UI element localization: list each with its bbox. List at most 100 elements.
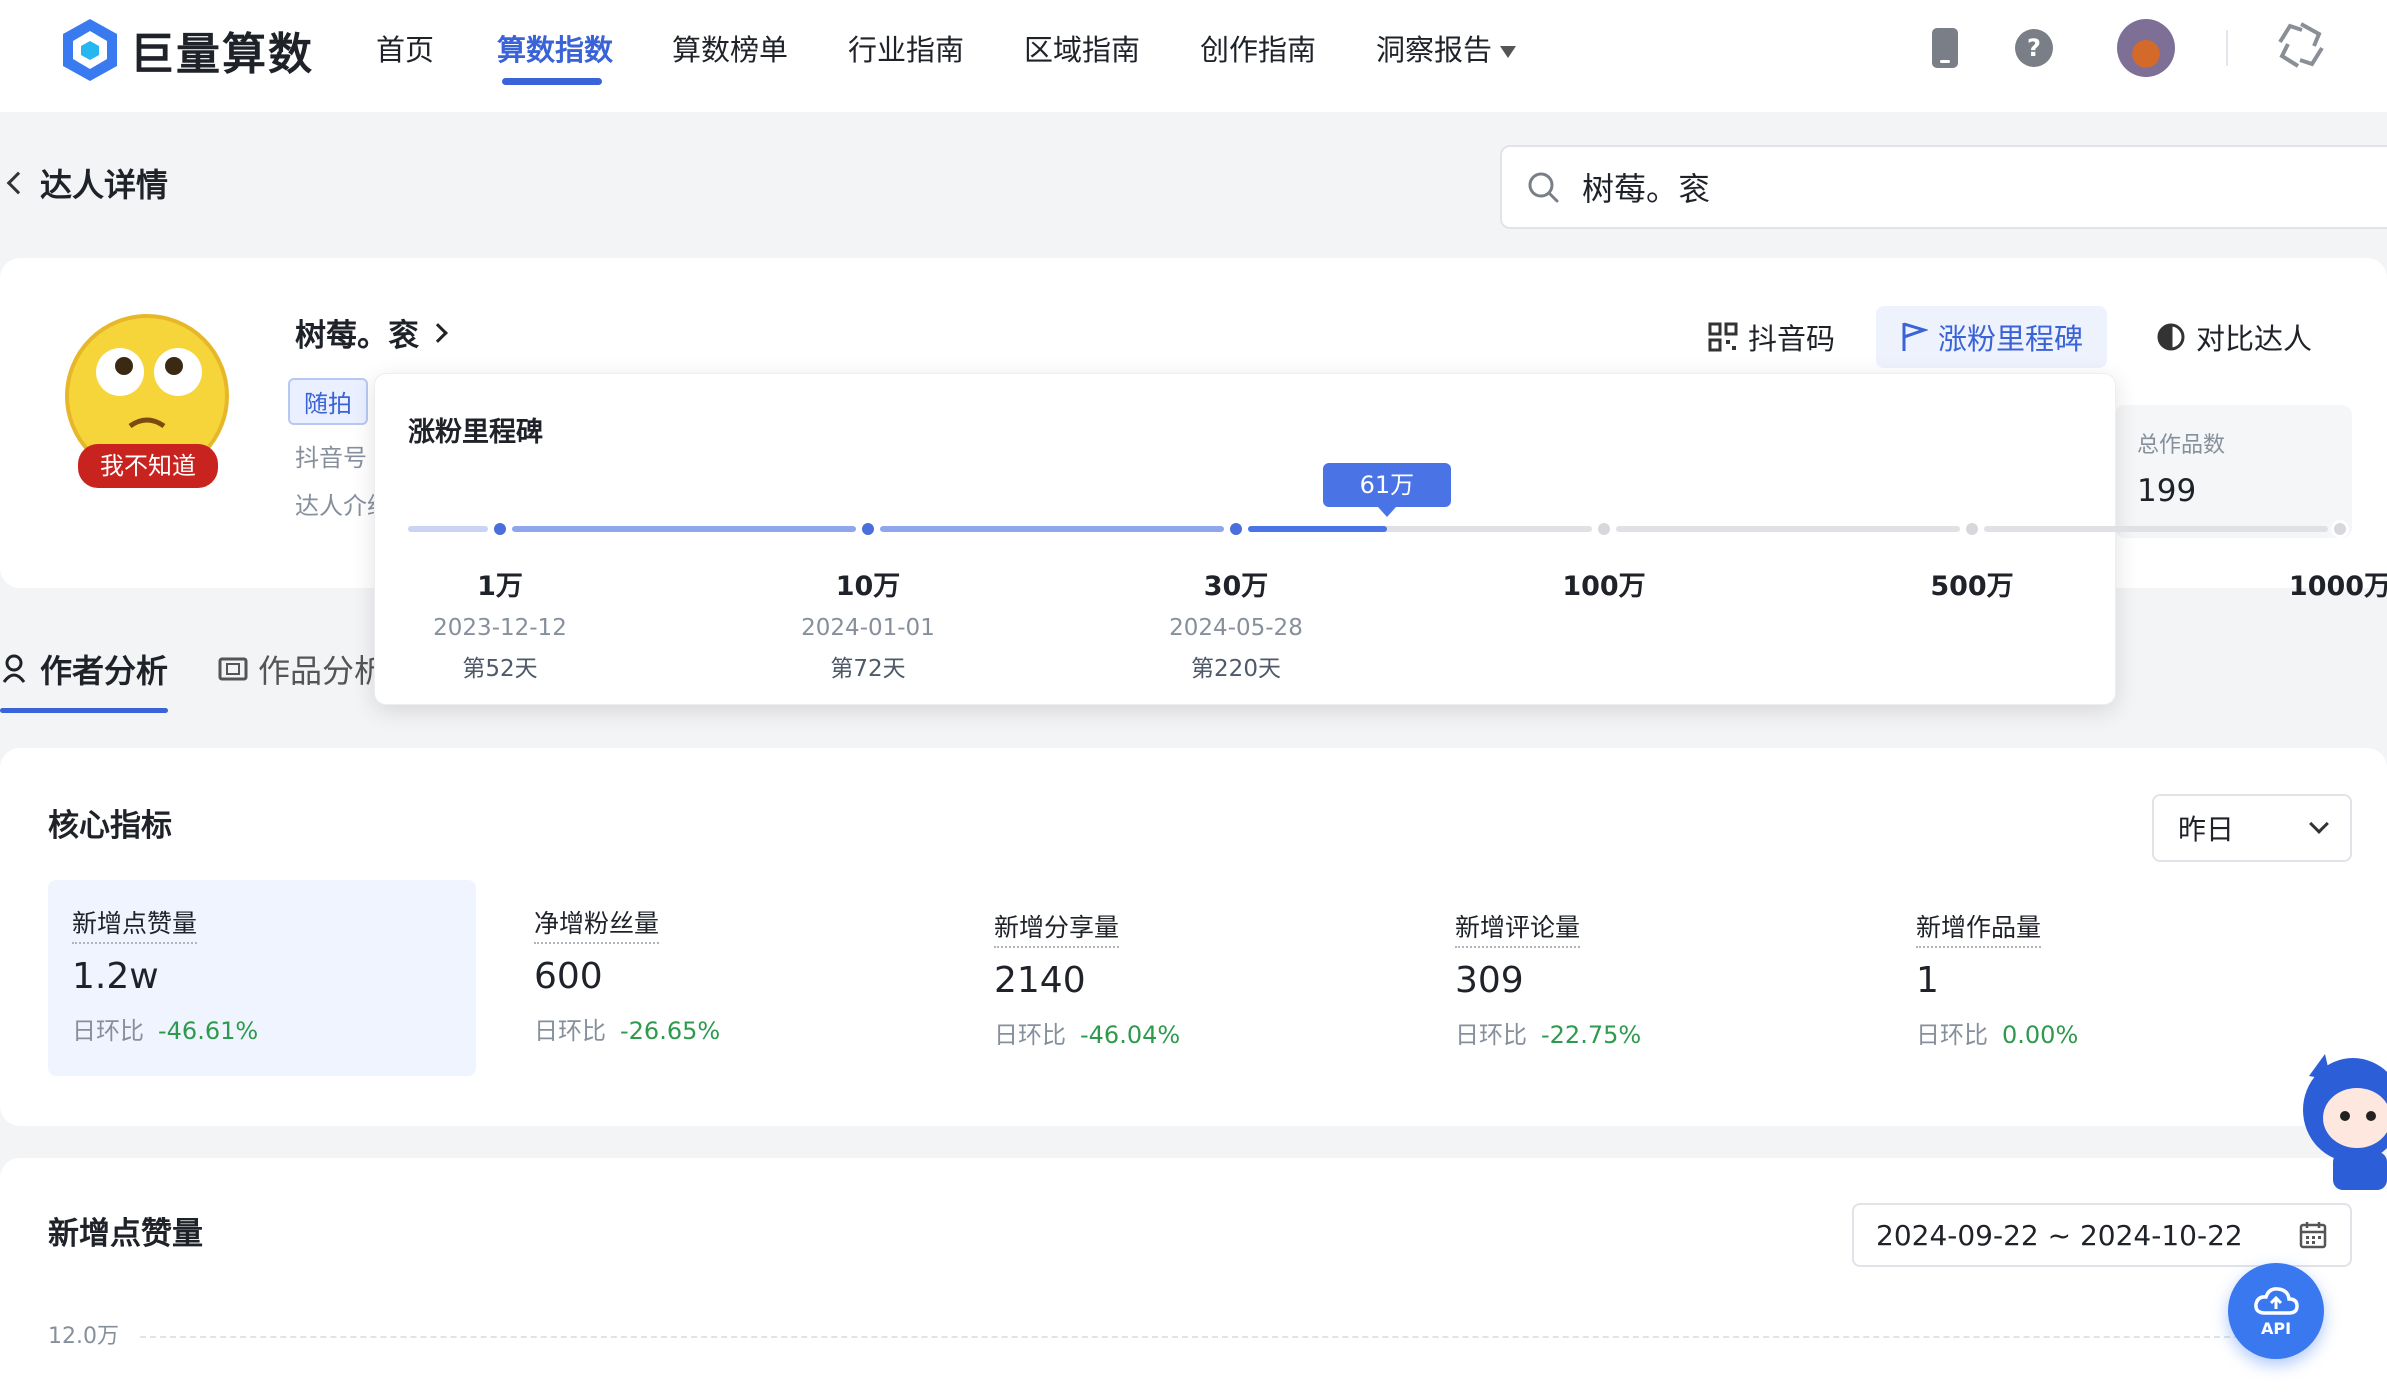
qrcode-icon <box>1708 322 1738 352</box>
search-input[interactable]: 树莓。衮 <box>1500 145 2387 229</box>
chart-gridline <box>140 1336 2240 1338</box>
milestone-value: 100万 <box>1562 571 1646 602</box>
milestone-value: 1000万 <box>2288 571 2387 602</box>
y-axis-tick: 12.0万 <box>48 1324 119 1349</box>
profile-avatar[interactable]: 我不知道 <box>60 314 235 489</box>
current-followers-tooltip: 61万 <box>1322 463 1451 517</box>
shutter-icon[interactable] <box>2276 20 2326 70</box>
compare-icon <box>2157 323 2185 351</box>
mobile-icon[interactable] <box>1930 26 1960 70</box>
brand-name: 巨量算数 <box>130 29 314 80</box>
milestone-dot <box>1963 520 1981 538</box>
caret-down-icon <box>1500 46 1517 58</box>
milestone-item: 1万 2023-12-12 第52天 <box>400 564 600 683</box>
milestone-popover: 涨粉里程碑 61万 1万 2023-12-12 第52天 10万 2024-01-01 第… <box>374 373 2387 705</box>
total-works-value: 199 <box>2137 473 2197 509</box>
metric-change: -46.61% <box>158 1017 259 1045</box>
metric-compare: 日环比 -46.61% <box>72 1011 452 1046</box>
tab-author-analysis-label: 作者分析 <box>40 652 169 690</box>
metric-value: 1 <box>1916 960 1939 1001</box>
api-button[interactable]: API <box>2228 1263 2324 1359</box>
metric-label: 净增粉丝量 <box>534 904 660 944</box>
svg-text:?: ? <box>2027 34 2041 62</box>
nav-active-indicator <box>502 78 602 85</box>
nav-item-region[interactable]: 区域指南 <box>1024 28 1140 72</box>
cloud-icon <box>2254 1286 2299 1315</box>
nav-item-creation[interactable]: 创作指南 <box>1200 28 1316 72</box>
douyin-code-label: 抖音码 <box>1748 322 1836 356</box>
help-icon[interactable]: ? <box>2014 28 2054 68</box>
nav-item-reports[interactable]: 洞察报告 <box>1376 28 1517 72</box>
compare-label: 日环比 <box>1916 1021 1988 1049</box>
search-icon <box>1528 172 1559 203</box>
assistant-mascot[interactable] <box>2295 1040 2387 1190</box>
milestone-button[interactable]: 涨粉里程碑 <box>1876 306 2108 368</box>
nav-item-index[interactable]: 算数指数 <box>497 28 613 72</box>
user-icon <box>2 654 26 683</box>
track-segment-pending <box>1984 526 2328 532</box>
compare-label: 日环比 <box>1455 1021 1527 1049</box>
nav-item-rankings[interactable]: 算数榜单 <box>672 28 788 72</box>
milestone-dot <box>1227 520 1245 538</box>
compare-label: 日环比 <box>72 1017 144 1045</box>
metric-label: 新增评论量 <box>1455 908 1581 948</box>
period-select-value: 昨日 <box>2178 813 2235 846</box>
top-nav: 巨量算数 首页 算数指数 算数榜单 行业指南 区域指南 创作指南 洞察报告 ? <box>0 0 2387 112</box>
compare-button[interactable]: 对比达人 <box>2132 306 2336 368</box>
brand-logo[interactable]: 巨量算数 <box>60 15 314 85</box>
track-segment-pending <box>1616 526 1960 532</box>
nav-item-industry[interactable]: 行业指南 <box>848 28 964 72</box>
tab-author-analysis[interactable]: 作者分析 <box>2 646 168 692</box>
back-link[interactable]: 达人详情 <box>6 160 169 206</box>
date-range-value: 2024-09-22 ~ 2024-10-22 <box>1876 1218 2243 1252</box>
metric-change: -46.04% <box>1080 1021 1181 1049</box>
search-value: 树莓。衮 <box>1582 170 1711 208</box>
core-metrics-title: 核心指标 <box>48 808 172 844</box>
metric-label: 新增分享量 <box>994 908 1120 948</box>
douyin-code-button[interactable]: 抖音码 <box>1684 306 1859 368</box>
track-segment-reached <box>408 526 488 532</box>
metric-compare: 日环比 -46.04% <box>994 1015 1374 1050</box>
profile-name: 树莓。衮 <box>295 318 419 354</box>
category-tag: 随拍 <box>288 378 368 425</box>
page-title: 达人详情 <box>40 166 169 204</box>
chevron-left-icon <box>6 171 30 195</box>
avatar-caption: 我不知道 <box>100 452 196 480</box>
metric-compare: 日环比 0.00% <box>1916 1015 2296 1050</box>
tab-works-analysis[interactable]: 作品分析 <box>218 646 386 692</box>
milestone-date: 2023-12-12 <box>433 615 567 641</box>
milestone-value: 1万 <box>477 571 523 602</box>
period-select[interactable]: 昨日 <box>2152 794 2352 862</box>
milestone-dot <box>491 520 509 538</box>
milestone-dot <box>1595 520 1613 538</box>
metric-new-likes[interactable]: 新增点赞量 1.2w 日环比 -46.61% <box>48 880 476 1076</box>
milestone-title: 涨粉里程碑 <box>408 417 543 448</box>
metric-change: -26.65% <box>620 1017 721 1045</box>
milestone-item: 500万 <box>1872 564 2072 615</box>
user-avatar[interactable] <box>2117 19 2175 77</box>
milestone-date: 2024-05-28 <box>1169 615 1303 641</box>
milestone-track: 61万 <box>408 463 2349 538</box>
metric-compare: 日环比 -26.65% <box>534 1011 914 1046</box>
milestone-label: 涨粉里程碑 <box>1938 322 2084 356</box>
brand-logo-icon <box>63 19 117 81</box>
metric-new-works[interactable]: 新增作品量 1 日环比 0.00% <box>1892 884 2320 1080</box>
metric-new-shares[interactable]: 新增分享量 2140 日环比 -46.04% <box>970 884 1398 1080</box>
milestone-item: 10万 2024-01-01 第72天 <box>768 564 968 683</box>
metric-change: -22.75% <box>1541 1021 1642 1049</box>
date-range-picker[interactable]: 2024-09-22 ~ 2024-10-22 <box>1852 1203 2352 1267</box>
profile-name-link[interactable]: 树莓。衮 <box>295 310 448 355</box>
total-works-stat: 总作品数 199 <box>2115 405 2352 538</box>
nav-item-home[interactable]: 首页 <box>376 28 434 72</box>
douyin-id-label: 抖音号 <box>295 444 367 472</box>
api-label: API <box>2260 1318 2292 1338</box>
metric-label: 新增作品量 <box>1916 908 2042 948</box>
nav-divider <box>2226 30 2228 66</box>
milestone-item: 1000万 <box>2240 564 2387 615</box>
metric-net-followers[interactable]: 净增粉丝量 600 日环比 -26.65% <box>510 880 938 1076</box>
chevron-right-icon <box>428 322 448 343</box>
total-works-label: 总作品数 <box>2137 433 2226 458</box>
milestone-item: 30万 2024-05-28 第220天 <box>1136 564 1336 683</box>
metric-new-comments[interactable]: 新增评论量 309 日环比 -22.75% <box>1431 884 1859 1080</box>
metric-compare: 日环比 -22.75% <box>1455 1015 1835 1050</box>
